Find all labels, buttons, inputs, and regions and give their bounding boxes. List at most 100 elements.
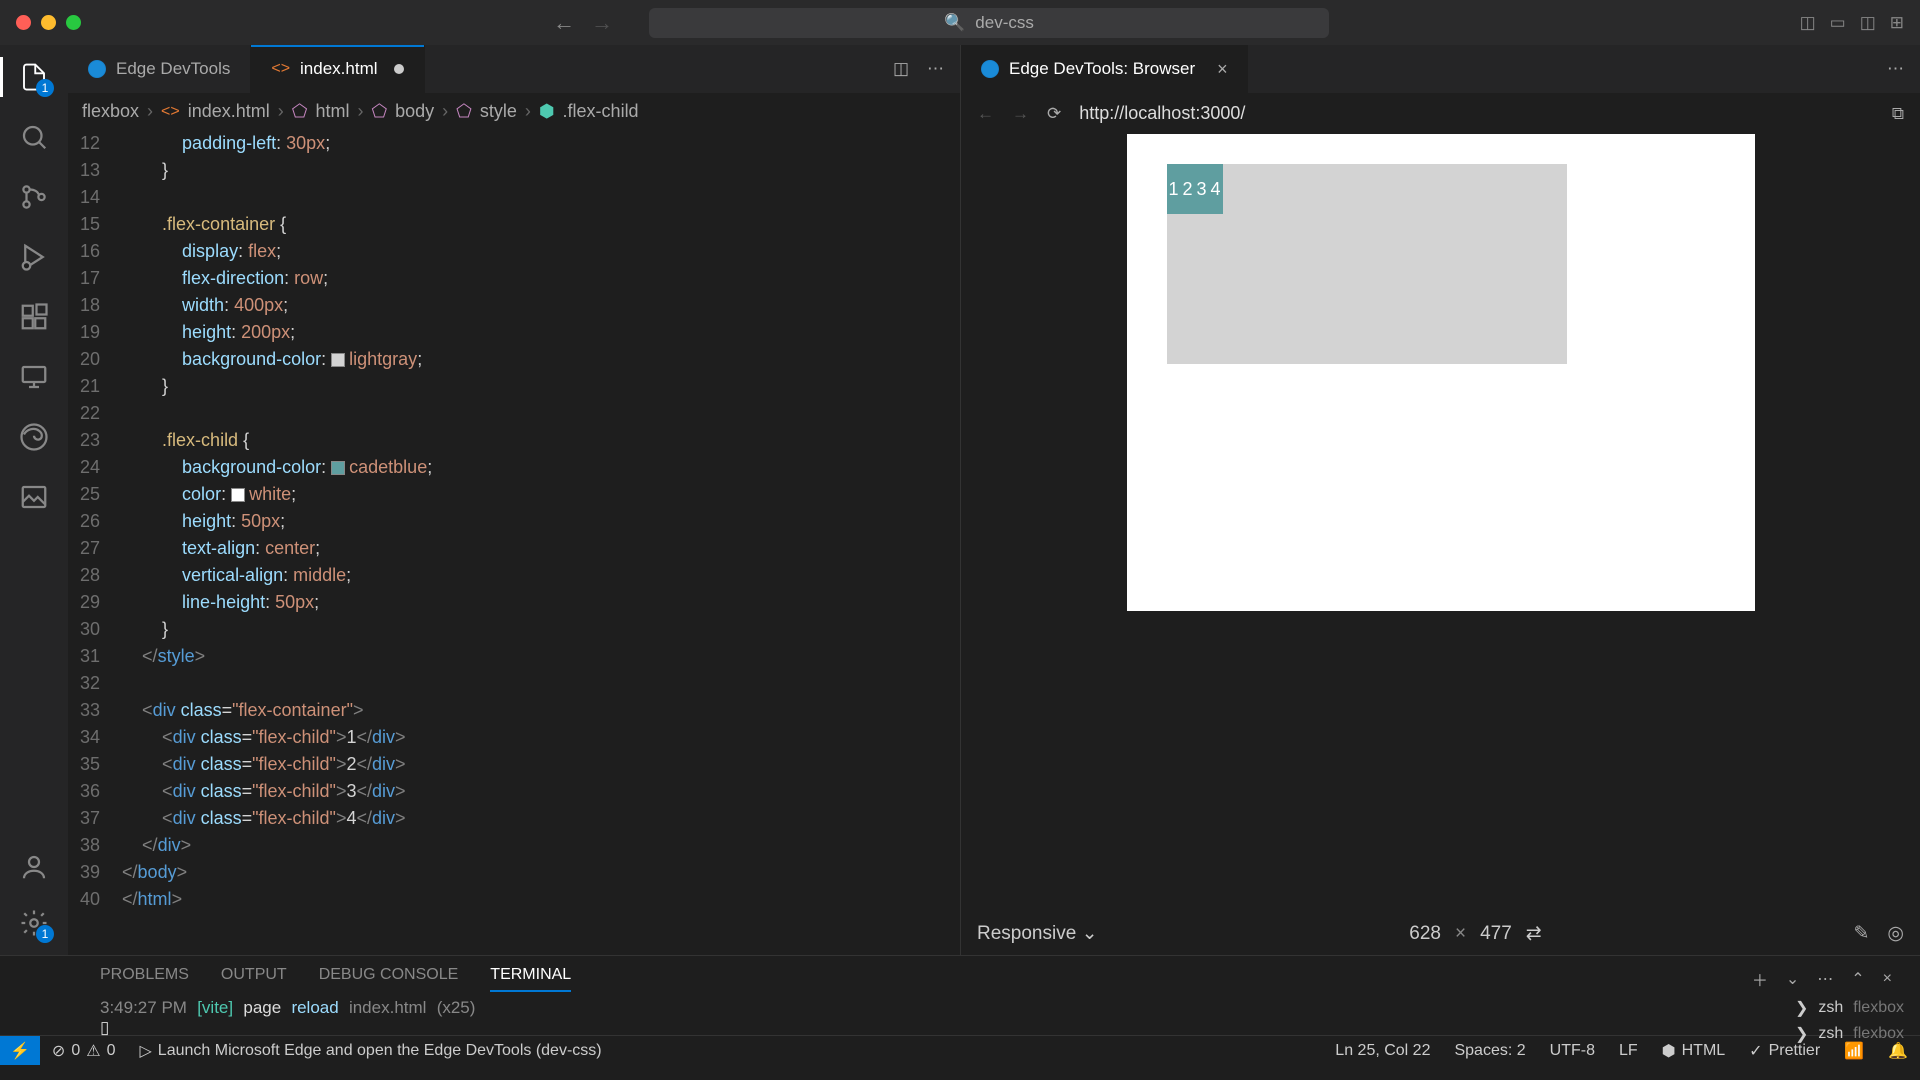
close-window-icon[interactable] <box>16 15 31 30</box>
explorer-icon[interactable]: 1 <box>18 61 50 93</box>
more-panel-icon[interactable]: ⋯ <box>1817 969 1833 989</box>
html-file-icon: <> <box>271 60 290 78</box>
symbol-icon: ⬠ <box>292 101 308 122</box>
browser-forward-icon[interactable]: → <box>1012 104 1029 124</box>
language-status[interactable]: ⬢ HTML <box>1650 1041 1738 1061</box>
symbol-icon: ⬠ <box>371 101 387 122</box>
dirty-dot-icon <box>394 64 404 74</box>
settings-badge: 1 <box>36 925 54 943</box>
layout-buttons: ◫ ▭ ◫ ⊞ <box>1800 13 1904 33</box>
tab-label: Edge DevTools: Browser <box>1009 59 1195 79</box>
url-field[interactable]: http://localhost:3000/ <box>1079 103 1245 124</box>
minimize-window-icon[interactable] <box>41 15 56 30</box>
code-text[interactable]: padding-left: 30px; } .flex-container { … <box>122 130 960 955</box>
search-activity-icon[interactable] <box>18 121 50 153</box>
breadcrumb[interactable]: flexbox› <> index.html› ⬠ html› ⬠ body› … <box>68 93 960 130</box>
panel-tab-problems[interactable]: PROBLEMS <box>100 966 189 992</box>
customize-layout-icon[interactable]: ⊞ <box>1890 13 1904 33</box>
bell-icon[interactable]: 🔔 <box>1876 1041 1920 1061</box>
tab-index-html[interactable]: <> index.html <box>251 45 424 93</box>
tab-edge-devtools[interactable]: Edge DevTools <box>68 45 251 93</box>
terminal-list: ❯zshflexbox ❯zshflexbox <box>1795 992 1920 1044</box>
editor-group: Edge DevTools <> index.html ◫ ⋯ flexbox›… <box>68 45 960 955</box>
tab-label: Edge DevTools <box>116 59 230 79</box>
panel-tab-debug[interactable]: DEBUG CONSOLE <box>319 966 459 992</box>
remote-explorer-icon[interactable] <box>18 361 50 393</box>
explorer-badge: 1 <box>36 79 54 97</box>
device-mode[interactable]: Responsive ⌄ <box>977 922 1097 945</box>
edge-icon[interactable] <box>18 421 50 453</box>
panel-left-icon[interactable]: ◫ <box>1800 13 1816 33</box>
nav-forward-icon[interactable]: → <box>591 10 613 36</box>
close-panel-icon[interactable]: × <box>1883 970 1892 988</box>
rendered-page[interactable]: 1 2 3 4 <box>1127 134 1755 611</box>
more-actions-icon[interactable]: ⋯ <box>1887 59 1904 79</box>
more-actions-icon[interactable]: ⋯ <box>927 59 944 79</box>
extensions-icon[interactable] <box>18 301 50 333</box>
split-editor-icon[interactable]: ◫ <box>893 59 909 79</box>
eol-status[interactable]: LF <box>1607 1041 1650 1061</box>
device-emulation-bar: Responsive ⌄ 628 × 477 ⇄ ✎ ◎ <box>961 912 1920 955</box>
viewport-width[interactable]: 628 <box>1409 923 1441 945</box>
activity-bar: 1 1 <box>0 45 68 955</box>
browser-back-icon[interactable]: ← <box>977 104 994 124</box>
run-debug-icon[interactable] <box>18 241 50 273</box>
titlebar: ← → 🔍 dev-css ◫ ▭ ◫ ⊞ <box>0 0 1920 45</box>
inspect-icon[interactable]: ⧉ <box>1892 104 1904 124</box>
crumb[interactable]: flexbox <box>82 101 139 122</box>
edge-tab-icon <box>981 60 999 78</box>
edge-tab-icon <box>88 60 106 78</box>
prettier-status[interactable]: ✓ Prettier <box>1737 1041 1832 1061</box>
search-text: dev-css <box>975 13 1034 33</box>
code-editor[interactable]: 1213141516171819202122232425262728293031… <box>68 130 960 955</box>
scm-icon[interactable] <box>18 181 50 213</box>
problems-status[interactable]: ⊘ 0 ⚠ 0 <box>40 1041 128 1061</box>
tab-label: index.html <box>300 59 377 79</box>
image-icon[interactable] <box>18 481 50 513</box>
terminal-item[interactable]: ❯zshflexbox <box>1795 998 1904 1018</box>
chevron-down-icon: ⌄ <box>1082 923 1098 944</box>
terminal-icon: ❯ <box>1795 998 1808 1018</box>
accounts-icon[interactable] <box>18 851 50 883</box>
remote-indicator[interactable]: ⚡ <box>0 1036 40 1065</box>
preview-panel: Edge DevTools: Browser × ⋯ ← → ⟳ http://… <box>960 45 1920 955</box>
target-icon[interactable]: ◎ <box>1887 922 1904 945</box>
preview-tabs: Edge DevTools: Browser × ⋯ <box>961 45 1920 93</box>
flex-child: 3 <box>1195 164 1209 214</box>
panel-tab-terminal[interactable]: TERMINAL <box>490 966 571 992</box>
close-icon[interactable]: × <box>1217 59 1228 80</box>
maximize-window-icon[interactable] <box>66 15 81 30</box>
flex-child: 1 <box>1167 164 1181 214</box>
crumb[interactable]: index.html <box>188 101 270 122</box>
edit-icon[interactable]: ✎ <box>1853 922 1869 945</box>
times-icon: × <box>1455 923 1466 945</box>
cursor-position[interactable]: Ln 25, Col 22 <box>1323 1041 1442 1061</box>
launch-task[interactable]: ▷ Launch Microsoft Edge and open the Edg… <box>127 1041 613 1061</box>
indent-status[interactable]: Spaces: 2 <box>1442 1041 1537 1061</box>
panel-right-icon[interactable]: ◫ <box>1860 13 1876 33</box>
nav-back-icon[interactable]: ← <box>553 10 575 36</box>
crumb[interactable]: .flex-child <box>563 101 639 122</box>
feedback-icon[interactable]: 📶 <box>1832 1041 1876 1061</box>
split-terminal-icon[interactable]: ⌄ <box>1786 969 1799 989</box>
command-center[interactable]: 🔍 dev-css <box>649 8 1329 38</box>
settings-gear-icon[interactable]: 1 <box>18 907 50 939</box>
new-terminal-icon[interactable]: ＋ <box>1752 967 1768 991</box>
reload-icon[interactable]: ⟳ <box>1047 104 1061 124</box>
encoding-status[interactable]: UTF-8 <box>1538 1041 1607 1061</box>
crumb[interactable]: html <box>315 101 349 122</box>
rotate-icon[interactable]: ⇄ <box>1526 922 1542 945</box>
panel-bottom-icon[interactable]: ▭ <box>1830 13 1846 33</box>
crumb[interactable]: body <box>395 101 434 122</box>
crumb[interactable]: style <box>480 101 517 122</box>
panel-tab-output[interactable]: OUTPUT <box>221 966 287 992</box>
terminal-output[interactable]: 3:49:27 PM [vite] page reload index.html… <box>0 992 1795 1038</box>
viewport-height[interactable]: 477 <box>1480 923 1512 945</box>
bottom-panel: PROBLEMS OUTPUT DEBUG CONSOLE TERMINAL ＋… <box>0 955 1920 1035</box>
symbol-icon: ⬢ <box>539 101 555 122</box>
flex-container: 1 2 3 4 <box>1167 164 1567 364</box>
line-numbers: 1213141516171819202122232425262728293031… <box>68 130 122 955</box>
tab-browser-preview[interactable]: Edge DevTools: Browser × <box>961 45 1248 93</box>
editor-tabs: Edge DevTools <> index.html ◫ ⋯ <box>68 45 960 93</box>
maximize-panel-icon[interactable]: ⌃ <box>1851 969 1864 989</box>
